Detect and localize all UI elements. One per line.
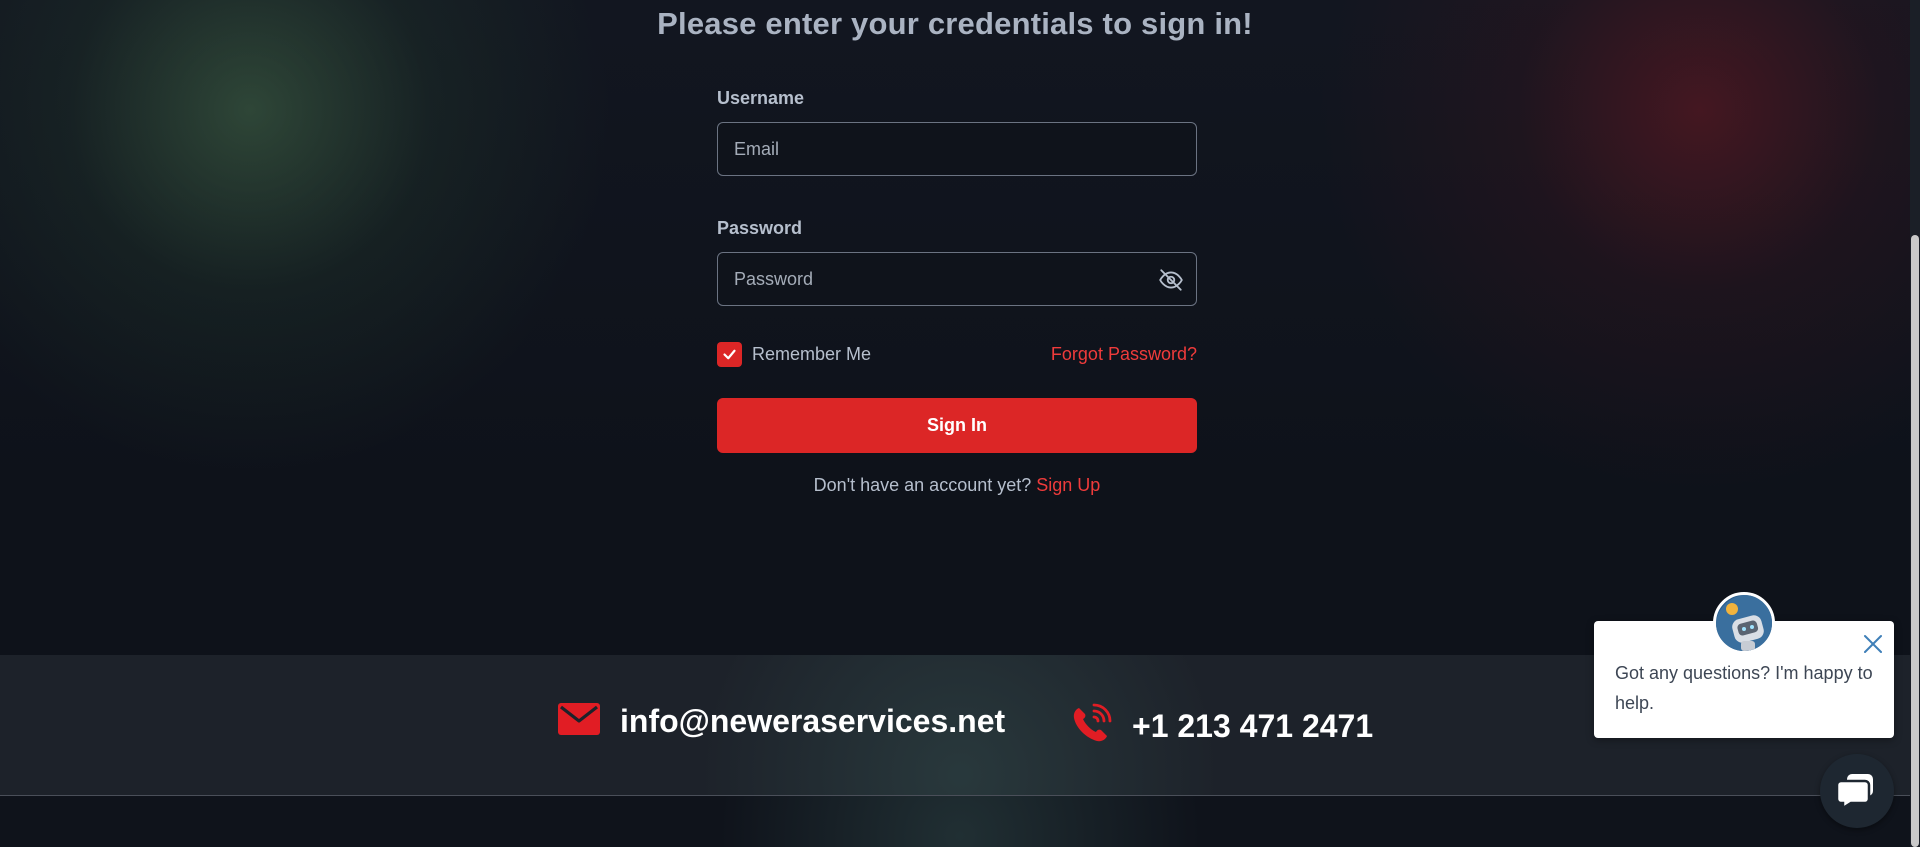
- remember-me[interactable]: Remember Me: [717, 341, 872, 367]
- scrollbar-track[interactable]: [1910, 0, 1920, 847]
- remember-forgot-row: Remember Me Forgot Password?: [717, 340, 1197, 368]
- login-form: Username Password: [717, 88, 1197, 496]
- username-field-wrapper: [717, 122, 1197, 176]
- sign-up-link[interactable]: Sign Up: [1036, 475, 1100, 495]
- remember-me-label: Remember Me: [752, 343, 872, 364]
- remember-me-checkbox[interactable]: [717, 341, 742, 367]
- footer-phone[interactable]: +1 213 471 2471: [1070, 703, 1373, 750]
- page-heading: Please enter your credentials to sign in…: [657, 6, 1253, 41]
- password-input[interactable]: [718, 253, 1196, 305]
- password-field-wrapper: [717, 252, 1197, 306]
- sign-in-button[interactable]: Sign In: [717, 398, 1197, 453]
- footer-bottom: [0, 796, 1910, 847]
- footer-phone-link[interactable]: +1 213 471 2471: [1132, 708, 1373, 745]
- phone-icon: [1070, 703, 1112, 750]
- envelope-icon: [558, 703, 600, 740]
- password-label: Password: [717, 218, 803, 238]
- close-icon[interactable]: [1862, 633, 1884, 655]
- eye-off-icon[interactable]: [1158, 267, 1184, 293]
- signup-prompt-line: Don't have an account yet? Sign Up: [717, 475, 1197, 496]
- chat-greeting-text: Got any questions? I'm happy to help.: [1615, 663, 1873, 713]
- username-label: Username: [717, 88, 805, 108]
- forgot-password-link[interactable]: Forgot Password?: [1051, 344, 1197, 365]
- robot-avatar-icon: [1713, 592, 1775, 654]
- signup-prompt-text: Don't have an account yet?: [813, 475, 1032, 495]
- chat-bubble-icon: [1835, 769, 1877, 814]
- footer-email-link[interactable]: info@neweraservices.net: [620, 703, 1005, 740]
- footer-email[interactable]: info@neweraservices.net: [558, 703, 1005, 740]
- check-icon: [723, 349, 736, 359]
- chat-launcher-button[interactable]: [1820, 754, 1894, 828]
- scrollbar-thumb[interactable]: [1911, 235, 1919, 847]
- username-input[interactable]: [718, 123, 1196, 175]
- login-page: Please enter your credentials to sign in…: [0, 0, 1920, 847]
